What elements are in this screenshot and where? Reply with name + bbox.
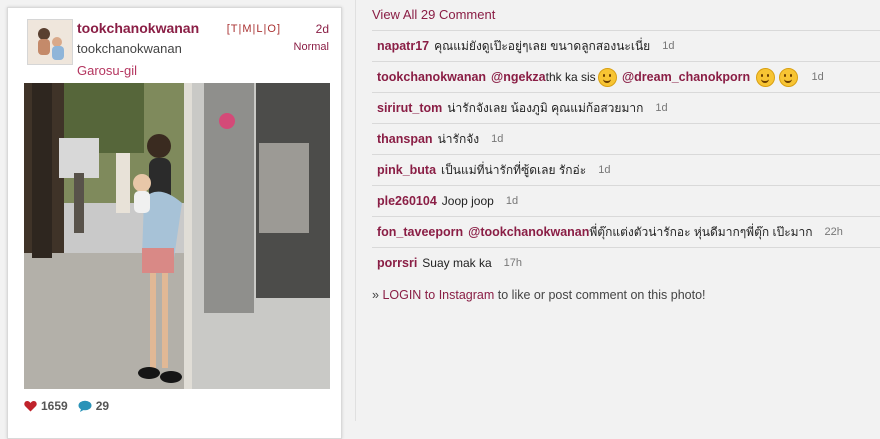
post-username[interactable]: tookchanokwanan [77,20,199,36]
post-location[interactable]: Garosu-gil [77,63,137,78]
heart-icon[interactable] [24,400,37,412]
post-time-ago: 2d [315,22,329,36]
comment-time-ago: 1d [662,40,675,52]
list-item: pink_buta เป็นแม่ที่น่ารักที่ซู้ดเลย รัก… [372,154,880,185]
smile-emoji-icon [778,67,798,87]
list-item: napatr17 คุณแม่ยังดูเป๊ะอยู่ๆเลย ขนาดลูก… [372,30,880,61]
post-links: [T|M|L|O] [226,23,281,35]
column-divider [355,0,356,421]
comment-bubble-icon[interactable] [78,400,92,412]
comment-time-ago: 1d [655,102,668,114]
login-link[interactable]: LOGIN to Instagram [382,288,494,302]
comment-time-ago: 1d [811,71,824,83]
login-prefix: » [372,288,383,302]
comment-username[interactable]: napatr17 [377,39,429,53]
link-m[interactable]: M [242,23,252,35]
list-item: fon_taveeporn @tookchanokwanan พี่ตุ๊กแต… [372,216,880,247]
smile-emoji-icon [755,67,775,87]
comment-text: คุณแม่ยังดูเป๊ะอยู่ๆเลย ขนาดลูกสองนะเนี่… [434,38,651,53]
comment-username[interactable]: tookchanokwanan [377,70,486,84]
comment-time-ago: 1d [598,164,611,176]
comment-text: น่ารักจังเลย น้องภูมิ คุณแม่ก้อสวยมาก [447,100,644,115]
view-all-comments-link[interactable]: View All 29 Comment [372,7,495,22]
comments-count: 29 [95,399,110,413]
comment-mention[interactable]: @tookchanokwanan [468,225,589,239]
link-l[interactable]: L [256,23,263,35]
comment-time-ago: 22h [824,226,843,238]
comment-time-ago: 1d [491,133,504,145]
comment-text: พี่ตุ๊กแต่งตัวน่ารักอะ หุ่นดีมากๆพี่ตุ๊ก… [589,224,813,239]
list-item: ple260104 Joop joop 1d [372,185,880,216]
link-t[interactable]: T [231,23,239,35]
post-full-name: tookchanokwanan [77,41,182,56]
login-prompt: » LOGIN to Instagram to like or post com… [372,288,706,302]
comment-mention[interactable]: @dream_chanokporn [622,70,750,84]
comment-username[interactable]: porrsri [377,256,417,270]
comment-text: Joop joop [441,194,494,208]
comment-username[interactable]: pink_buta [377,163,436,177]
comment-text: น่ารักจัง [437,131,480,146]
street-photo [24,83,330,389]
comment-username[interactable]: thanspan [377,132,433,146]
comment-username[interactable]: fon_taveeporn [377,225,463,239]
comment-username[interactable]: sirirut_tom [377,101,442,115]
comment-time-ago: 17h [503,257,523,269]
comment-mention[interactable]: @ngekza [491,70,546,84]
likes-count: 1659 [41,399,68,413]
comments-list: napatr17 คุณแม่ยังดูเป๊ะอยู่ๆเลย ขนาดลูก… [372,30,880,278]
comment-text: thk ka sis [545,70,596,84]
post-stats: 1659 29 [24,399,115,413]
list-item: tookchanokwanan @ngekza thk ka sis @drea… [372,61,880,92]
list-item: porrsri Suay mak ka 17h [372,247,880,278]
post-filter: Normal [293,41,329,53]
comment-text: Suay mak ka [422,256,492,270]
login-suffix: to like or post comment on this photo! [494,288,706,302]
comment-time-ago: 1d [505,195,519,207]
avatar-photo [28,20,72,64]
link-o[interactable]: O [267,23,277,35]
comment-username[interactable]: ple260104 [377,194,437,208]
avatar[interactable] [27,19,73,65]
comment-text: เป็นแม่ที่น่ารักที่ซู้ดเลย รักอ่ะ [441,162,587,177]
smile-emoji-icon [597,67,617,87]
post-card: tookchanokwanan tookchanokwanan Garosu-g… [7,7,342,439]
list-item: thanspan น่ารักจัง 1d [372,123,880,154]
list-item: sirirut_tom น่ารักจังเลย น้องภูมิ คุณแม่… [372,92,880,123]
post-photo[interactable] [24,83,330,389]
